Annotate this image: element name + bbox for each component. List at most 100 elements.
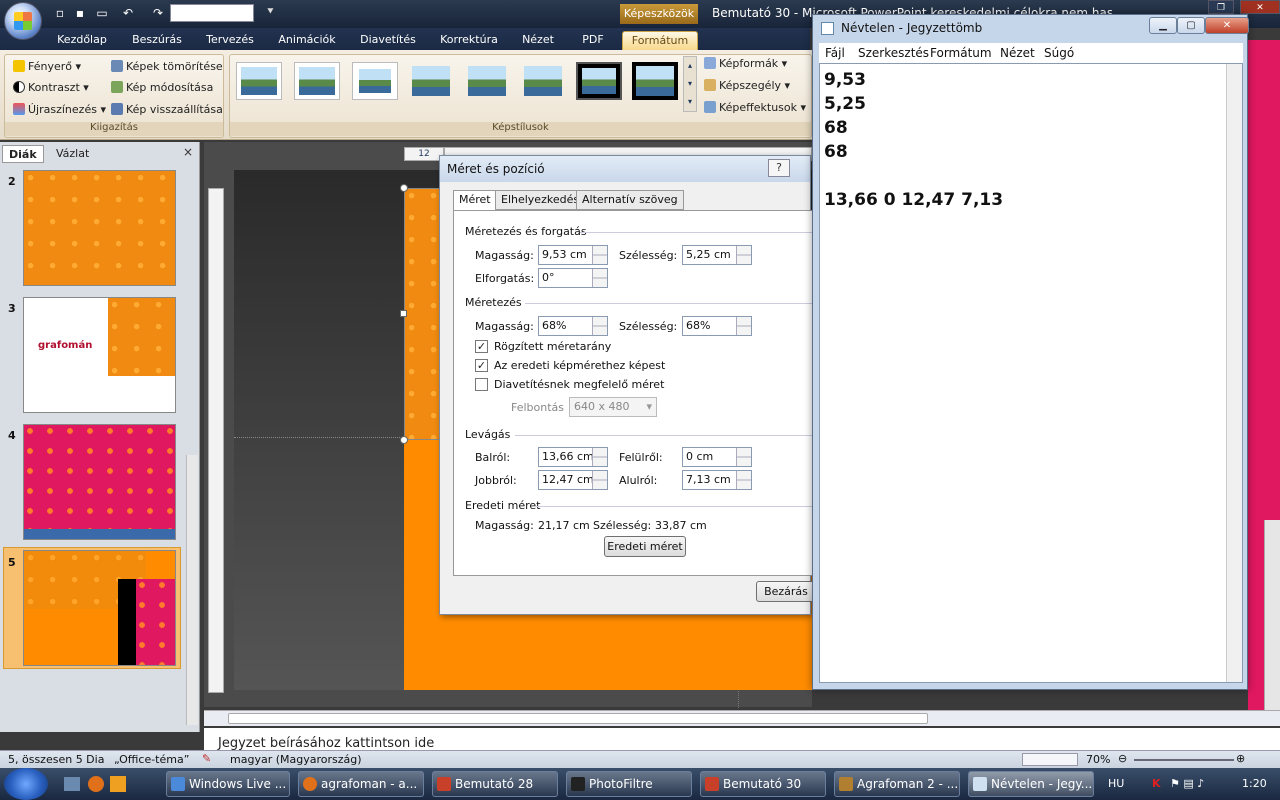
view-buttons[interactable] [1022, 753, 1078, 766]
open-icon[interactable]: ▭ [94, 5, 110, 21]
picture-style-thumb[interactable] [520, 62, 566, 100]
office-button[interactable] [4, 2, 42, 40]
qat-customize-icon[interactable]: ⯆ [266, 5, 275, 19]
resize-handle[interactable] [400, 184, 408, 192]
task-agrafoman-2[interactable]: Agrafoman 2 - ... [834, 771, 960, 797]
slide-thumbnail[interactable] [23, 170, 176, 286]
menu-help[interactable]: Súgó [1044, 46, 1074, 60]
notes-pane[interactable]: Jegyzet beírásához kattintson ide [204, 728, 1280, 751]
language-indicator[interactable]: HU [1108, 777, 1124, 790]
resize-handle[interactable] [400, 310, 407, 317]
menu-edit[interactable]: Szerkesztés [858, 46, 929, 60]
task-bemutato-30[interactable]: Bemutató 30 [700, 771, 826, 797]
crop-top-spinner[interactable]: 0 cm [682, 447, 752, 467]
selected-picture[interactable] [404, 188, 444, 440]
rotation-spinner[interactable]: 0° [538, 268, 608, 288]
scale-height-spinner[interactable]: 68% [538, 316, 608, 336]
slide-thumbnail[interactable]: grafomán [23, 297, 176, 413]
picture-style-thumb[interactable] [236, 62, 282, 100]
qat-combo[interactable] [170, 4, 254, 22]
notepad-scrollbar[interactable] [1226, 64, 1242, 682]
picture-style-thumb[interactable] [408, 62, 454, 100]
task-agrafoman[interactable]: agrafoman - a... [298, 771, 424, 797]
task-photofiltre[interactable]: PhotoFiltre [566, 771, 692, 797]
zoom-out-icon[interactable]: ⊖ [1118, 752, 1127, 765]
menu-view[interactable]: Nézet [1000, 46, 1035, 60]
contrast-button[interactable]: Kontraszt ▾ [13, 78, 89, 98]
scale-width-spinner[interactable]: 68% [682, 316, 752, 336]
show-desktop-icon[interactable] [64, 777, 80, 791]
picture-effects-button[interactable]: Képeffektusok ▾ [704, 98, 806, 118]
picture-style-thumb[interactable] [464, 62, 510, 100]
task-bemutato-28[interactable]: Bemutató 28 [432, 771, 558, 797]
tab-size[interactable]: Méret [453, 190, 497, 211]
picture-style-thumb[interactable] [294, 62, 340, 100]
close-icon[interactable]: ✕ [1205, 17, 1249, 34]
minimize-icon[interactable]: ▁ [1149, 17, 1177, 34]
change-picture-button[interactable]: Kép módosítása [111, 78, 213, 98]
picture-border-button[interactable]: Képszegély ▾ [704, 76, 790, 96]
menu-format[interactable]: Formátum [930, 46, 992, 60]
redo-icon[interactable]: ↷ [150, 5, 166, 21]
height-spinner[interactable]: 9,53 cm [538, 245, 608, 265]
firefox-icon[interactable] [88, 776, 104, 792]
crop-bottom-spinner[interactable]: 7,13 cm [682, 470, 752, 490]
compress-pictures-button[interactable]: Képek tömörítése [111, 57, 223, 77]
tab-outline[interactable]: Vázlat [50, 145, 95, 163]
tray-icons[interactable]: ⚑ ▤ ♪ [1170, 777, 1204, 790]
slide-thumbnail[interactable] [23, 550, 176, 666]
picture-style-thumb[interactable] [632, 62, 678, 100]
tab-slideshow[interactable]: Diavetítés [352, 31, 424, 50]
width-spinner[interactable]: 5,25 cm [682, 245, 752, 265]
save-icon[interactable]: ▪ [72, 5, 88, 21]
notepad-text-area[interactable]: 9,53 5,25 68 68 13,66 0 12,47 7,13 [819, 63, 1243, 683]
editor-vertical-scrollbar[interactable] [1264, 520, 1280, 710]
crop-left-spinner[interactable]: 13,66 cm [538, 447, 608, 467]
task-windows-live[interactable]: Windows Live ... [166, 771, 290, 797]
tab-slides[interactable]: Diák [2, 145, 44, 163]
scroll-thumb[interactable] [228, 713, 928, 724]
tab-insert[interactable]: Beszúrás [124, 31, 190, 50]
relative-original-checkbox[interactable]: ✓ [475, 359, 488, 372]
picture-style-thumb[interactable] [576, 62, 622, 100]
reset-picture-button[interactable]: Kép visszaállítása [111, 100, 223, 120]
close-pane-icon[interactable]: × [183, 145, 193, 159]
lock-aspect-checkbox[interactable]: ✓ [475, 340, 488, 353]
tab-view[interactable]: Nézet [514, 31, 562, 50]
styles-gallery-scroll[interactable]: ▴ ▾ ▾ [683, 56, 697, 112]
picture-style-thumb[interactable] [352, 62, 398, 100]
antivirus-icon[interactable]: K [1152, 777, 1161, 790]
tab-pdf[interactable]: PDF [572, 31, 614, 50]
maximize-icon[interactable]: ▢ [1177, 17, 1205, 34]
help-icon[interactable]: ? [768, 159, 790, 177]
close-button[interactable]: Bezárás [756, 581, 816, 602]
tab-review[interactable]: Korrektúra [434, 31, 504, 50]
media-icon[interactable] [110, 776, 126, 792]
tab-animations[interactable]: Animációk [272, 31, 342, 50]
zoom-slider[interactable] [1134, 759, 1234, 761]
slide-thumbnail[interactable] [23, 424, 176, 540]
task-notepad[interactable]: Névtelen - Jegy... [968, 771, 1094, 797]
new-icon[interactable]: ▫ [52, 5, 68, 21]
start-button[interactable] [4, 768, 48, 800]
slide-pane-scrollbar[interactable] [186, 455, 198, 725]
recolor-button[interactable]: Újraszínezés ▾ [13, 100, 106, 120]
tab-format[interactable]: Formátum [622, 31, 698, 50]
horizontal-scrollbar[interactable] [204, 710, 1280, 726]
ppt-close-icon[interactable]: ✕ [1240, 0, 1280, 14]
zoom-level[interactable]: 70% [1086, 753, 1110, 766]
best-scale-checkbox[interactable] [475, 378, 488, 391]
undo-icon[interactable]: ↶ [120, 5, 136, 21]
zoom-in-icon[interactable]: ⊕ [1236, 752, 1245, 765]
tab-position[interactable]: Elhelyezkedés [495, 190, 586, 210]
resize-handle[interactable] [400, 436, 408, 444]
ppt-restore-icon[interactable]: ❐ [1208, 0, 1234, 14]
tab-home[interactable]: Kezdőlap [50, 31, 114, 50]
crop-right-spinner[interactable]: 12,47 cm [538, 470, 608, 490]
brightness-button[interactable]: Fényerő ▾ [13, 57, 81, 77]
picture-shape-button[interactable]: Képformák ▾ [704, 54, 787, 74]
language[interactable]: magyar (Magyarország) [230, 753, 362, 766]
reset-size-button[interactable]: Eredeti méret [604, 536, 686, 557]
tab-design[interactable]: Tervezés [198, 31, 262, 50]
menu-file[interactable]: Fájl [825, 46, 845, 60]
